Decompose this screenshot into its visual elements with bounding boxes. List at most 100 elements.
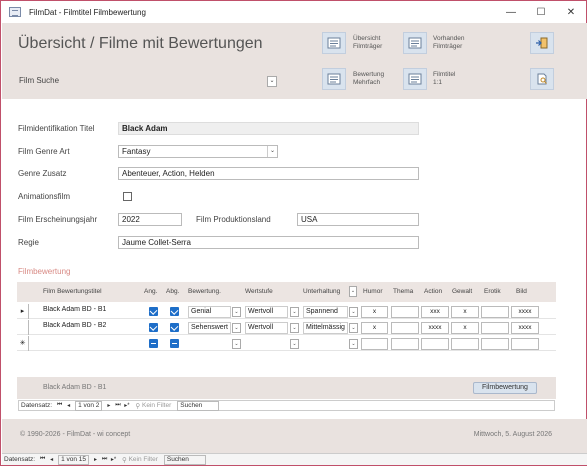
wertstufe-combo[interactable]: Wertvoll — [245, 322, 288, 334]
new-record-row[interactable]: ✳ ⌄ ⌄ ⌄ — [17, 336, 556, 351]
new-record-marker[interactable]: ✳ — [17, 336, 29, 351]
genre-extra-field[interactable]: Abenteuer, Action, Helden — [118, 167, 419, 180]
date-text: Mittwoch, 5. August 2026 — [473, 431, 552, 438]
humor-cell[interactable] — [361, 338, 388, 350]
erotik-cell[interactable] — [481, 322, 509, 334]
next-record-icon[interactable]: ▸ — [104, 402, 113, 409]
current-record[interactable]: 1 von 15 — [58, 454, 90, 465]
filter-toggle[interactable]: ⚲ Kein Filter — [131, 402, 175, 410]
gewalt-cell[interactable] — [451, 338, 479, 350]
current-record[interactable]: 1 von 2 — [75, 400, 103, 411]
rating-multiple-label-2: Mehrfach — [353, 79, 381, 86]
prev-record-icon[interactable]: ◂ — [47, 456, 56, 463]
document-search-icon — [537, 73, 547, 85]
unterhaltung-combo[interactable]: Spannend — [303, 306, 348, 318]
col-gewalt: Gewalt — [452, 288, 473, 295]
action-cell[interactable]: xxx — [421, 306, 449, 318]
search-input[interactable]: Suchen — [177, 400, 220, 411]
filmtitle-button[interactable] — [403, 68, 427, 90]
ang-checkbox[interactable] — [149, 339, 158, 348]
animation-checkbox[interactable] — [123, 192, 132, 201]
bewertung-combo[interactable]: Genial — [188, 306, 231, 318]
rating-title-cell[interactable]: Black Adam BD - B1 — [43, 306, 106, 313]
gewalt-cell[interactable]: x — [451, 306, 479, 318]
overview-carrier-icon — [327, 37, 341, 49]
row-selector-current[interactable]: ▸ — [17, 304, 29, 319]
table-row[interactable]: Black Adam BD - B2 Sehenswert ⌄ Wertvoll… — [17, 320, 556, 335]
overview-carrier-button[interactable] — [322, 32, 346, 54]
wertstufe-dropdown[interactable]: ⌄ — [290, 339, 299, 349]
wertstufe-dropdown[interactable]: ⌄ — [290, 307, 299, 317]
genre-combo[interactable]: Fantasy ⌄ — [118, 145, 278, 158]
first-record-icon[interactable]: ⏮ — [55, 402, 64, 409]
bewertung-combo[interactable]: Sehenswert — [188, 322, 231, 334]
ang-checkbox[interactable] — [149, 323, 158, 332]
subform-record-navigation: Datensatz: ⏮ ◂ 1 von 2 ▸ ⏭ ▸* ⚲ Kein Fil… — [18, 400, 555, 411]
search-input[interactable]: Suchen — [163, 454, 206, 465]
bild-cell[interactable]: xxxx — [511, 322, 539, 334]
new-record-icon[interactable]: ▸* — [122, 402, 131, 409]
maximize-button[interactable]: ☐ — [526, 1, 556, 23]
ratings-header: Film Bewertungstitel Ang. Abg. Bewertung… — [17, 282, 556, 302]
thema-cell[interactable] — [391, 322, 419, 334]
abg-checkbox[interactable] — [170, 339, 179, 348]
minimize-button[interactable]: — — [496, 1, 526, 23]
wertstufe-dropdown[interactable]: ⌄ — [290, 323, 299, 333]
bild-cell[interactable] — [511, 338, 539, 350]
bewertung-dropdown[interactable]: ⌄ — [232, 323, 241, 333]
unterhaltung-dropdown[interactable]: ⌄ — [349, 339, 358, 349]
filter-toggle[interactable]: ⚲ Kein Filter — [118, 456, 162, 464]
last-record-icon[interactable]: ⏭ — [100, 456, 109, 463]
unterhaltung-dropdown[interactable]: ⌄ — [349, 323, 358, 333]
row-selector[interactable] — [17, 320, 29, 335]
animation-label: Animationsfilm — [18, 192, 71, 201]
abg-checkbox[interactable] — [170, 323, 179, 332]
unterhaltung-dropdown[interactable]: ⌄ — [349, 307, 358, 317]
country-field[interactable]: USA — [297, 213, 419, 226]
bewertung-dropdown[interactable]: ⌄ — [232, 307, 241, 317]
bild-cell[interactable]: xxxx — [511, 306, 539, 318]
rating-multiple-button[interactable] — [322, 68, 346, 90]
director-field[interactable]: Jaume Collet-Serra — [118, 236, 419, 249]
record-label: Datensatz: — [4, 456, 36, 463]
col-ang: Ang. — [144, 288, 158, 295]
gewalt-cell[interactable]: x — [451, 322, 479, 334]
funnel-icon: ⚲ — [135, 402, 141, 410]
filmbewertung-button[interactable]: Filmbewertung — [473, 382, 537, 394]
close-button[interactable]: ✕ — [556, 1, 586, 23]
existing-carrier-button[interactable] — [403, 32, 427, 54]
col-unterhaltung-dropdown[interactable]: ⌄ — [349, 286, 357, 297]
erotik-cell[interactable] — [481, 338, 509, 350]
overview-carrier-label-2: Filmträger — [353, 43, 383, 50]
prev-record-icon[interactable]: ◂ — [64, 402, 73, 409]
abg-checkbox[interactable] — [170, 307, 179, 316]
col-wertstufe: Wertstufe — [245, 288, 273, 295]
action-cell[interactable]: xxxx — [421, 322, 449, 334]
ang-checkbox[interactable] — [149, 307, 158, 316]
erotik-cell[interactable] — [481, 306, 509, 318]
humor-cell[interactable]: x — [361, 306, 388, 318]
unterhaltung-combo[interactable]: Mittelmässig — [303, 322, 348, 334]
bewertung-dropdown[interactable]: ⌄ — [232, 339, 241, 349]
next-record-icon[interactable]: ▸ — [91, 456, 100, 463]
new-record-icon[interactable]: ▸* — [109, 456, 118, 463]
thema-cell[interactable] — [391, 306, 419, 318]
rating-title-cell[interactable]: Black Adam BD - B2 — [43, 322, 106, 329]
year-field[interactable]: 2022 — [118, 213, 182, 226]
table-row[interactable]: ▸ Black Adam BD - B1 Genial ⌄ Wertvoll ⌄… — [17, 304, 556, 319]
exit-button[interactable] — [530, 32, 554, 54]
action-cell[interactable] — [421, 338, 449, 350]
thema-cell[interactable] — [391, 338, 419, 350]
col-bewertung: Bewertung. — [188, 288, 221, 295]
last-record-icon[interactable]: ⏭ — [113, 402, 122, 409]
film-id-field[interactable]: Black Adam — [118, 122, 419, 135]
form-footer: © 1990-2026 - FilmDat - wi concept Mittw… — [2, 419, 587, 453]
film-search-dropdown[interactable]: ⌄ — [267, 76, 277, 87]
director-label: Regie — [18, 238, 39, 247]
first-record-icon[interactable]: ⏮ — [38, 456, 47, 463]
chevron-down-icon[interactable]: ⌄ — [267, 146, 277, 157]
wertstufe-combo[interactable]: Wertvoll — [245, 306, 288, 318]
document-search-button[interactable] — [530, 68, 554, 90]
humor-cell[interactable]: x — [361, 322, 388, 334]
existing-carrier-label-2: Filmträger — [433, 43, 463, 50]
